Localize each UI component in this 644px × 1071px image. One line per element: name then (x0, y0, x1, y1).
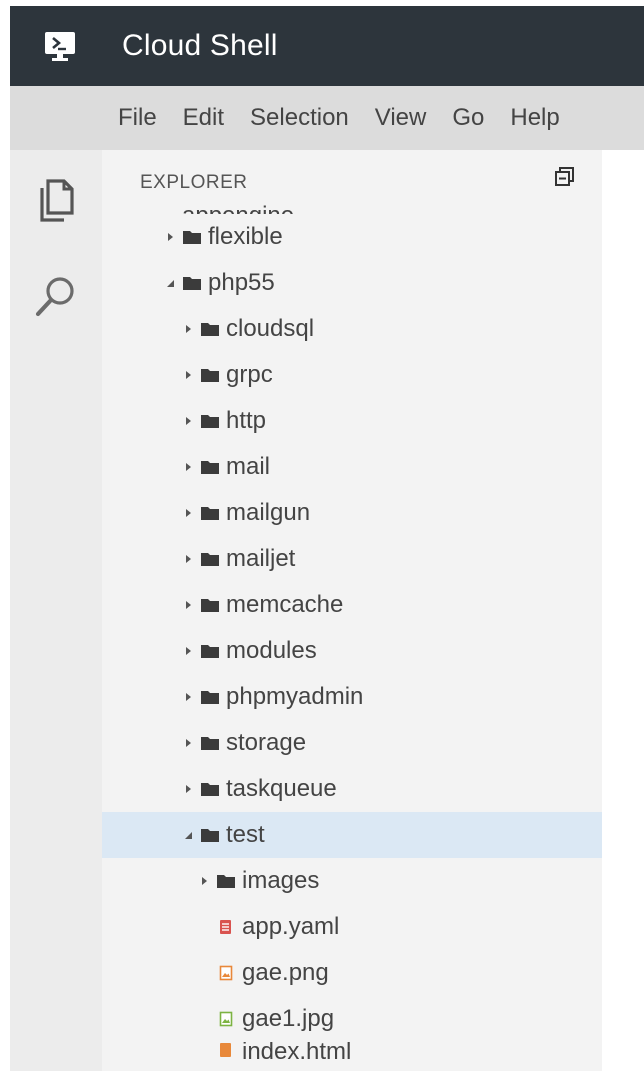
collapsed-arrow-icon (196, 873, 212, 889)
tree-label: storage (226, 729, 307, 756)
tree-row-memcache[interactable]: memcache (102, 582, 602, 628)
tree-label: test (226, 821, 265, 848)
folder-icon (200, 551, 220, 567)
tree-label: modules (226, 637, 317, 664)
activity-bar (10, 150, 102, 1071)
cloud-shell-terminal-icon (40, 26, 80, 66)
collapsed-arrow-icon (180, 551, 196, 567)
collapsed-arrow-icon (180, 321, 196, 337)
expanded-arrow-icon (162, 275, 178, 291)
folder-icon (200, 781, 220, 797)
menu-help[interactable]: Help (510, 104, 559, 132)
tree-label: phpmyadmin (226, 683, 364, 710)
explorer-activity-button[interactable] (10, 162, 102, 242)
collapsed-arrow-icon (180, 643, 196, 659)
tree-label: php55 (208, 269, 275, 296)
jpg-image-file-icon (216, 1011, 236, 1027)
collapsed-arrow-icon (180, 505, 196, 521)
cloud-shell-editor: Cloud Shell File Edit Selection View Go … (0, 0, 644, 1071)
tree-row-phpmyadmin[interactable]: phpmyadmin (102, 674, 602, 720)
tree-row-index-html[interactable]: index.html (102, 1042, 602, 1060)
tree-row-flexible[interactable]: flexible (102, 214, 602, 260)
collapsed-arrow-icon (180, 689, 196, 705)
search-icon (33, 273, 79, 324)
folder-icon (200, 735, 220, 751)
folder-icon (200, 413, 220, 429)
tree-row-mail[interactable]: mail (102, 444, 602, 490)
tree-label: mail (226, 453, 271, 480)
menu-edit[interactable]: Edit (183, 104, 224, 132)
tree-label: http (226, 407, 267, 434)
files-icon (34, 177, 78, 228)
tree-label: gae.png (242, 959, 329, 986)
tree-label: images (242, 867, 320, 894)
tree-label: app.yaml (242, 913, 340, 940)
tree-label: grpc (226, 361, 273, 388)
collapsed-arrow-icon (180, 459, 196, 475)
collapsed-arrow-icon (180, 597, 196, 613)
tree-label: cloudsql (226, 315, 315, 342)
folder-icon (216, 873, 236, 889)
tree-row-appengine[interactable]: appengine (102, 190, 602, 214)
tree-label: appengine (182, 202, 294, 214)
png-image-file-icon (216, 965, 236, 981)
tree-label: mailgun (226, 499, 311, 526)
collapsed-arrow-icon (180, 735, 196, 751)
folder-icon (200, 827, 220, 843)
collapsed-arrow-icon (162, 229, 178, 245)
collapse-all-icon (554, 165, 576, 192)
explorer-sidebar: EXPLORER appengine (102, 150, 602, 1071)
tree-row-mailjet[interactable]: mailjet (102, 536, 602, 582)
tree-label: index.html (242, 1042, 352, 1060)
folder-icon (200, 459, 220, 475)
search-activity-button[interactable] (10, 258, 102, 338)
tree-row-modules[interactable]: modules (102, 628, 602, 674)
tree-row-storage[interactable]: storage (102, 720, 602, 766)
tree-row-test[interactable]: test (102, 812, 602, 858)
tree-label: memcache (226, 591, 344, 618)
menu-go[interactable]: Go (452, 104, 484, 132)
folder-icon (200, 367, 220, 383)
menu-file[interactable]: File (118, 104, 157, 132)
folder-icon (182, 275, 202, 291)
tree-row-http[interactable]: http (102, 398, 602, 444)
title-bar: Cloud Shell (10, 6, 644, 86)
tree-label: gae1.jpg (242, 1005, 335, 1032)
tree-row-gae1-jpg[interactable]: gae1.jpg (102, 996, 602, 1042)
tree-row-gae-png[interactable]: gae.png (102, 950, 602, 996)
file-tree: appengine flexible php55 (102, 190, 602, 1060)
tree-row-grpc[interactable]: grpc (102, 352, 602, 398)
folder-icon (200, 505, 220, 521)
folder-icon (200, 689, 220, 705)
tree-label: mailjet (226, 545, 296, 572)
menu-bar: File Edit Selection View Go Help (10, 86, 644, 150)
collapsed-arrow-icon (180, 781, 196, 797)
yaml-file-icon (216, 919, 236, 935)
folder-icon (200, 597, 220, 613)
tree-row-taskqueue[interactable]: taskqueue (102, 766, 602, 812)
tree-row-app-yaml[interactable]: app.yaml (102, 904, 602, 950)
menu-view[interactable]: View (375, 104, 427, 132)
folder-icon (182, 229, 202, 245)
collapsed-arrow-icon (180, 413, 196, 429)
folder-icon (200, 643, 220, 659)
folder-icon (200, 321, 220, 337)
collapsed-arrow-icon (180, 367, 196, 383)
tree-label: taskqueue (226, 775, 337, 802)
tree-row-mailgun[interactable]: mailgun (102, 490, 602, 536)
tree-label: flexible (208, 223, 283, 250)
expanded-arrow-icon (180, 827, 196, 843)
tree-row-images[interactable]: images (102, 858, 602, 904)
collapse-all-button[interactable] (552, 165, 578, 191)
menu-selection[interactable]: Selection (250, 104, 349, 132)
tree-row-cloudsql[interactable]: cloudsql (102, 306, 602, 352)
tree-row-php55[interactable]: php55 (102, 260, 602, 306)
window-title: Cloud Shell (122, 29, 278, 62)
html-file-icon (216, 1042, 236, 1058)
